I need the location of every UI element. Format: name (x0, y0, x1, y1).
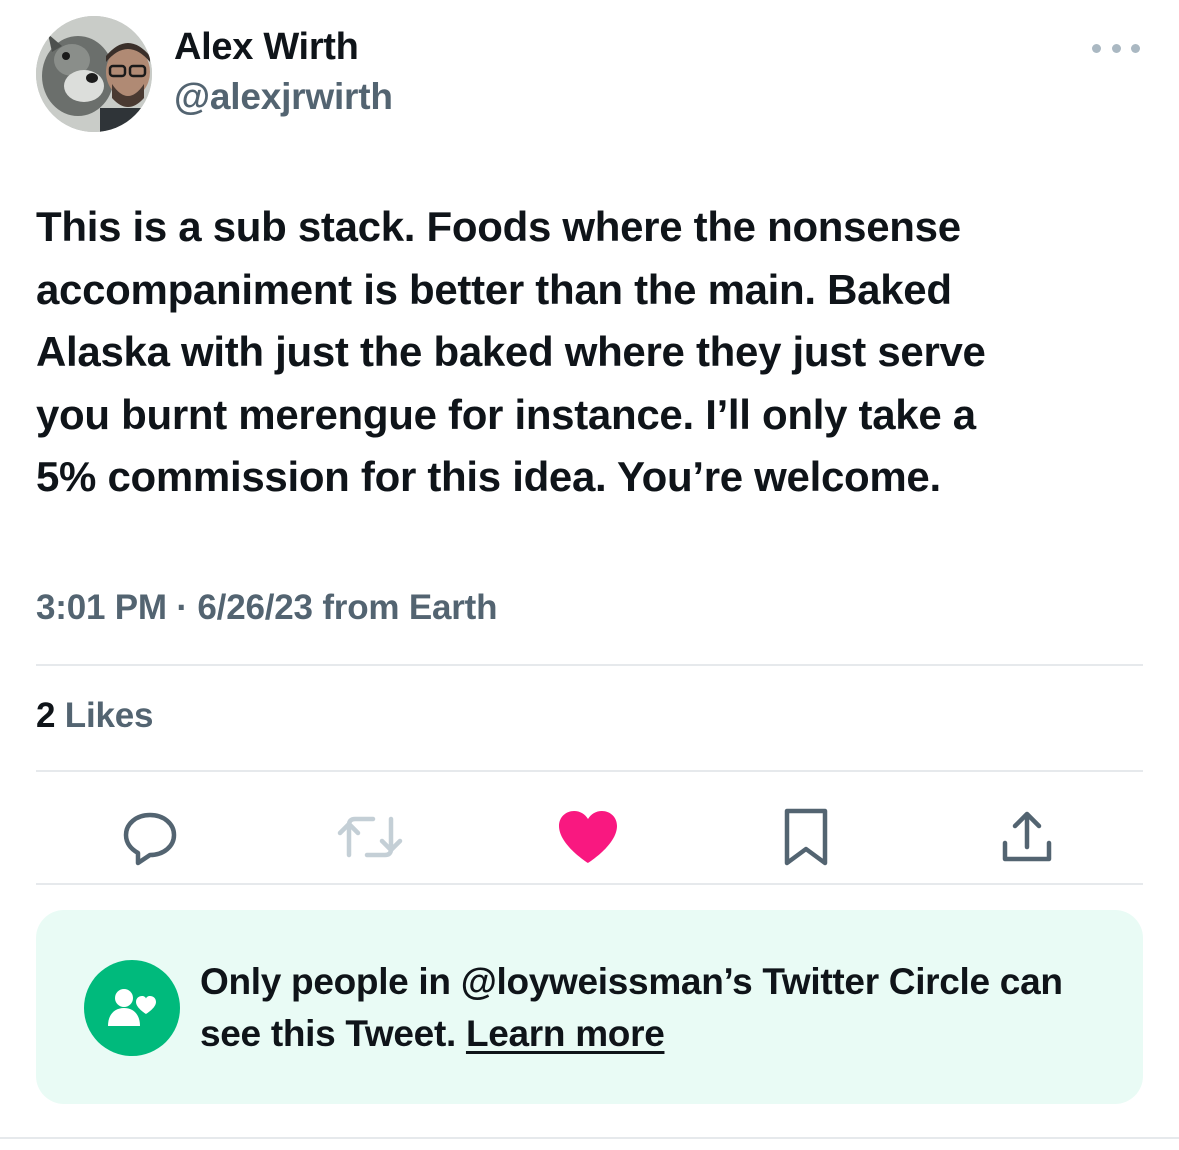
retweet-button[interactable] (335, 802, 405, 872)
tweet-text: This is a sub stack. Foods where the non… (36, 203, 986, 500)
bookmark-icon (784, 808, 828, 866)
tweet-metadata: 3:01 PM · 6/26/23 from Earth (36, 588, 497, 628)
people-heart-icon (84, 960, 180, 1056)
heart-icon (559, 811, 617, 863)
more-dot-icon (1131, 43, 1140, 53)
divider (36, 770, 1143, 772)
meta-separator: · (176, 588, 188, 627)
tweet-source: from Earth (322, 588, 498, 627)
avatar-photo (36, 16, 152, 132)
author-name[interactable]: Alex Wirth (174, 26, 359, 69)
tweet-time[interactable]: 3:01 PM (36, 588, 167, 627)
likes-count: 2 (36, 696, 56, 735)
tweet-date[interactable]: 6/26/23 (197, 588, 313, 627)
bookmark-button[interactable] (771, 802, 841, 872)
tweet-detail: Alex Wirth @alexjrwirth This is a sub st… (0, 0, 1179, 1150)
divider (36, 664, 1143, 666)
bottom-divider (0, 1137, 1179, 1139)
author-handle[interactable]: @alexjrwirth (174, 76, 393, 118)
like-button[interactable] (553, 802, 623, 872)
twitter-circle-notice: Only people in @loyweissman’s Twitter Ci… (36, 910, 1143, 1104)
retweet-arrows-icon (337, 816, 403, 858)
divider (36, 883, 1143, 885)
more-options-button[interactable] (1092, 36, 1140, 60)
share-upload-icon (1002, 811, 1052, 862)
learn-more-link[interactable]: Learn more (466, 1013, 665, 1054)
speech-bubble-icon (123, 812, 177, 866)
more-dot-icon (1111, 43, 1121, 53)
reply-button[interactable] (115, 802, 185, 872)
author-avatar[interactable] (36, 16, 152, 132)
likes-label: Likes (64, 696, 154, 735)
circle-notice-text: Only people in @loyweissman’s Twitter Ci… (200, 956, 1120, 1060)
share-button[interactable] (992, 802, 1062, 872)
likes-stat[interactable]: 2 Likes (36, 696, 153, 736)
more-dot-icon (1092, 43, 1101, 53)
